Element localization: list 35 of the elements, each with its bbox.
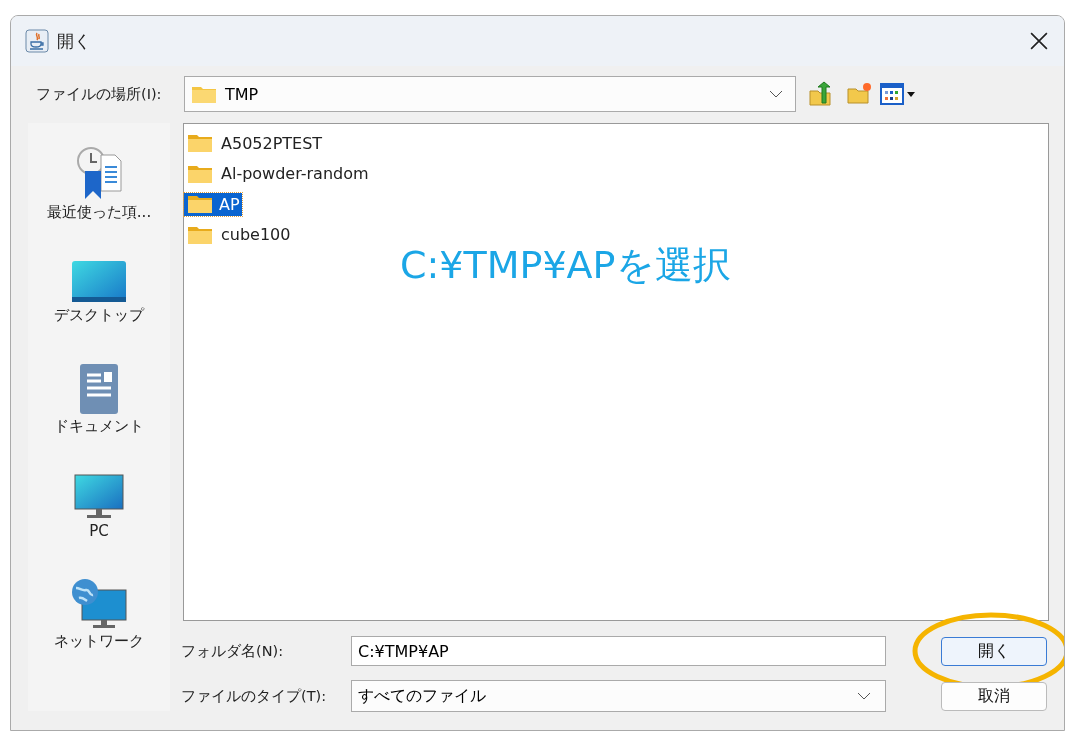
cancel-button[interactable]: 取消 xyxy=(941,681,1047,711)
file-type-label: ファイルのタイプ(T): xyxy=(181,686,328,706)
place-label[interactable]: 最近使った項... xyxy=(46,203,152,222)
desktop-icon[interactable] xyxy=(71,260,127,304)
window-title: 開く xyxy=(57,29,92,53)
folder-name[interactable]: A5052PTEST xyxy=(219,131,325,155)
file-type-dropdown[interactable]: すべてのファイル xyxy=(351,680,886,712)
folder-name[interactable]: cube100 xyxy=(219,223,293,247)
network-globe-icon[interactable] xyxy=(70,578,128,630)
folder-name-field[interactable]: C:¥TMP¥AP xyxy=(351,636,886,666)
annotation-text: C:¥TMP¥APを選択 xyxy=(400,242,731,289)
folder-icon xyxy=(187,194,213,215)
folder-icon xyxy=(191,84,217,104)
place-label[interactable]: デスクトップ xyxy=(54,306,144,325)
place-label[interactable]: ネットワーク xyxy=(54,632,144,651)
place-label[interactable]: ドキュメント xyxy=(54,417,144,436)
location-dropdown[interactable]: TMP xyxy=(184,76,796,112)
caret-icon[interactable] xyxy=(907,91,915,97)
view-grid-icon[interactable] xyxy=(880,83,904,105)
folder-icon xyxy=(187,224,213,245)
chevron-down-icon xyxy=(857,692,871,700)
folder-name-label: フォルダ名(N): xyxy=(181,641,285,661)
monitor-icon[interactable] xyxy=(74,474,124,520)
document-icon[interactable] xyxy=(79,363,119,415)
close-icon[interactable] xyxy=(1030,32,1048,50)
new-folder-icon[interactable] xyxy=(846,81,872,107)
folder-icon xyxy=(187,133,213,154)
chevron-down-icon xyxy=(769,90,783,98)
open-button[interactable]: 開く xyxy=(941,636,1047,666)
folder-name[interactable]: Al-powder-random xyxy=(219,162,371,186)
java-cup-icon xyxy=(25,29,49,53)
location-label: ファイルの場所(I): xyxy=(36,84,163,104)
folder-icon xyxy=(187,163,213,184)
place-label[interactable]: PC xyxy=(89,522,109,540)
folder-up-icon[interactable] xyxy=(808,81,834,107)
